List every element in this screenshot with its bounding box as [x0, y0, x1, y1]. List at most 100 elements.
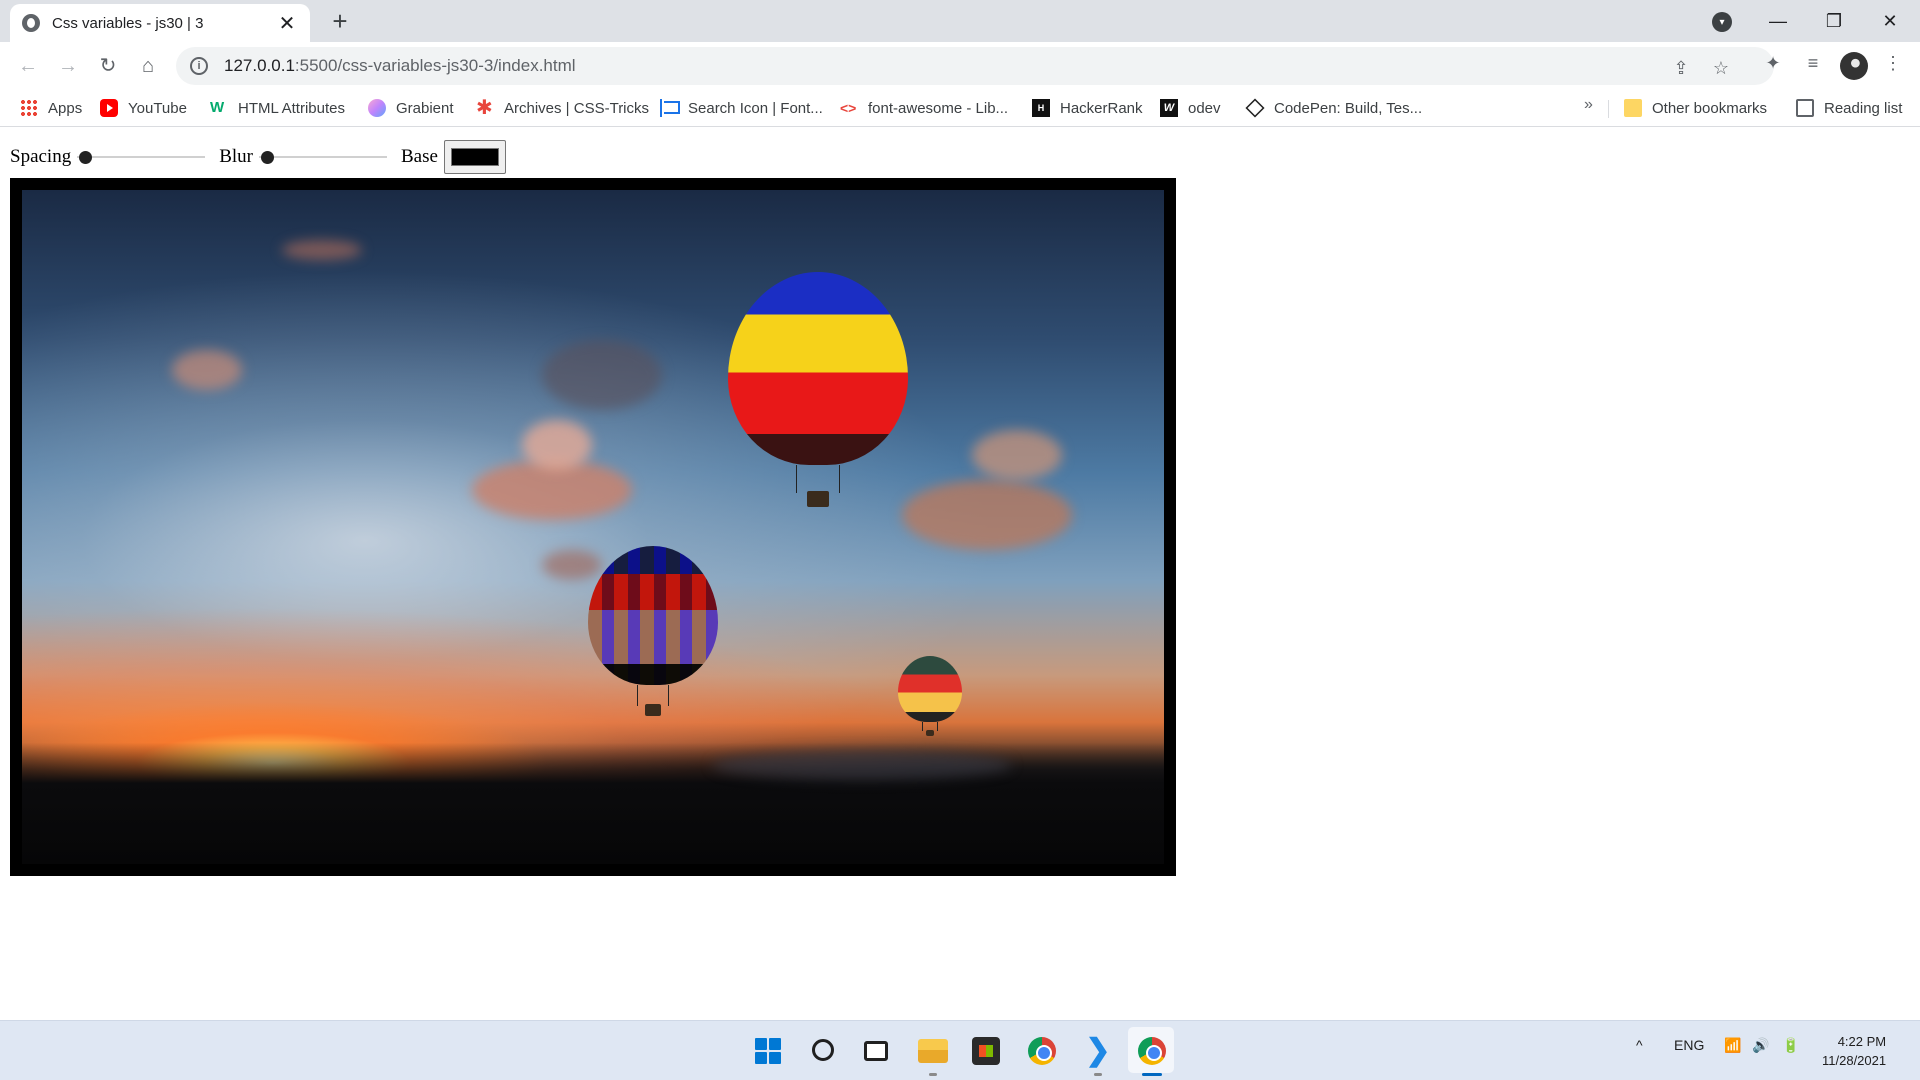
bookmark-apps[interactable]: Apps: [20, 96, 82, 120]
hot-air-balloons-image: [22, 190, 1164, 864]
tab-close-icon[interactable]: ✕: [276, 11, 298, 36]
share-icon[interactable]: ⇪: [1670, 57, 1692, 79]
cloud: [522, 420, 592, 470]
tab-title: Css variables - js30 | 3: [52, 14, 204, 32]
cloud: [712, 750, 1012, 780]
other-bookmarks-folder[interactable]: Other bookmarks: [1624, 96, 1767, 120]
slider-track: [77, 156, 206, 158]
task-view-icon[interactable]: [864, 1041, 888, 1061]
bookmarks-separator: [1608, 100, 1609, 118]
battery-icon[interactable]: 🔋: [1782, 1037, 1799, 1054]
clock-date: 11/28/2021: [1822, 1053, 1887, 1068]
file-explorer-icon[interactable]: [918, 1039, 948, 1063]
css-tricks-icon: ✱: [476, 97, 493, 119]
bookmark-search-icon[interactable]: Search Icon | Font...: [660, 96, 823, 120]
globe-icon: [22, 14, 40, 32]
bookmark-label: odev: [1188, 99, 1221, 117]
bookmark-font-awesome[interactable]: <> font-awesome - Lib...: [840, 96, 1008, 120]
reading-list-button[interactable]: Reading list: [1796, 96, 1902, 120]
tab-active[interactable]: Css variables - js30 | 3 ✕: [10, 4, 310, 42]
active-indicator: [1142, 1073, 1162, 1076]
search-icon[interactable]: [812, 1039, 834, 1061]
chrome-icon[interactable]: [1028, 1037, 1056, 1065]
running-indicator: [1094, 1073, 1102, 1076]
running-indicator: [929, 1073, 937, 1076]
balloon-small: [898, 656, 962, 736]
blur-label: Blur: [219, 146, 253, 167]
bookmark-youtube[interactable]: YouTube: [100, 96, 187, 120]
base-color-input[interactable]: [443, 140, 506, 174]
microsoft-store-icon[interactable]: [972, 1037, 1000, 1065]
extensions-icon[interactable]: ✦: [1760, 50, 1786, 76]
bookmarks-bar: Apps YouTube W HTML Attributes Grabient …: [0, 90, 1920, 127]
wifi-icon[interactable]: 📶: [1724, 1037, 1741, 1054]
youtube-icon: [100, 99, 118, 117]
bookmark-label: Apps: [48, 99, 83, 117]
volume-icon[interactable]: 🔊: [1752, 1037, 1769, 1054]
image-frame: [10, 178, 1176, 876]
forward-button[interactable]: →: [52, 50, 84, 82]
bookmark-label: Archives | CSS-Tricks: [504, 99, 650, 117]
slider-track: [259, 156, 387, 158]
color-fill: [450, 148, 499, 166]
cloud: [172, 350, 242, 390]
reading-list-label: Reading list: [1824, 99, 1903, 117]
browser-toolbar: ← → ↻ ⌂ i 127.0.0.1:5500/css-variables-j…: [0, 42, 1920, 90]
system-clock[interactable]: 4:22 PM 11/28/2021: [1822, 1032, 1886, 1070]
site-info-icon[interactable]: i: [190, 57, 208, 75]
slider-thumb[interactable]: [79, 151, 93, 164]
spacing-slider[interactable]: [77, 147, 206, 167]
clock-time: 4:22 PM: [1837, 1034, 1887, 1049]
bookmark-star-icon[interactable]: ☆: [1710, 57, 1732, 79]
hackerrank-icon: H: [1032, 99, 1050, 117]
language-indicator[interactable]: ENG: [1674, 1037, 1704, 1053]
cloud: [902, 480, 1072, 550]
blur-slider[interactable]: [259, 147, 387, 167]
bookmark-label: CodePen: Build, Tes...: [1274, 99, 1423, 117]
cloud: [282, 240, 362, 260]
cloud: [972, 430, 1062, 480]
folder-icon: [1624, 99, 1642, 117]
vscode-icon[interactable]: ❯: [1082, 1035, 1114, 1067]
slider-thumb[interactable]: [261, 151, 274, 164]
odev-icon: W: [1160, 99, 1178, 117]
bookmark-html-attributes[interactable]: W HTML Attributes: [210, 96, 345, 120]
tab-search-icon[interactable]: ▾: [1712, 12, 1732, 32]
bookmark-grabient[interactable]: Grabient: [368, 96, 454, 120]
chrome-active-icon[interactable]: [1138, 1037, 1166, 1065]
home-button[interactable]: ⌂: [132, 50, 164, 82]
new-tab-button[interactable]: +: [326, 8, 354, 36]
bookmark-odev[interactable]: W odev: [1160, 96, 1221, 120]
bookmark-label: HTML Attributes: [238, 99, 345, 117]
page-content: Spacing Blur Base: [0, 128, 1920, 1020]
bookmark-css-tricks[interactable]: ✱ Archives | CSS-Tricks: [476, 96, 649, 120]
url-text[interactable]: 127.0.0.1:5500/css-variables-js30-3/inde…: [224, 56, 576, 76]
reading-list-icon: [1796, 99, 1814, 117]
address-bar[interactable]: i 127.0.0.1:5500/css-variables-js30-3/in…: [176, 47, 1774, 85]
menu-icon[interactable]: ⋮: [1880, 50, 1906, 76]
bookmark-label: Grabient: [396, 99, 454, 117]
tray-overflow-icon[interactable]: ^: [1636, 1037, 1643, 1053]
reload-button[interactable]: ↻: [92, 50, 124, 82]
restore-button[interactable]: ❐: [1806, 4, 1862, 38]
profile-avatar[interactable]: [1840, 52, 1868, 80]
flag-icon: [660, 99, 680, 117]
cloud: [542, 340, 662, 410]
apps-grid-icon: [20, 99, 38, 117]
start-button[interactable]: [752, 1035, 784, 1067]
close-window-button[interactable]: ✕: [1862, 4, 1918, 38]
windows-taskbar: ❯ ^ ENG 📶 🔊 🔋 4:22 PM 11/28/2021: [0, 1020, 1920, 1080]
bookmark-label: Search Icon | Font...: [688, 99, 823, 117]
bookmarks-overflow-button[interactable]: »: [1584, 96, 1593, 114]
bookmark-label: font-awesome - Lib...: [868, 99, 1009, 117]
bookmark-label: HackerRank: [1060, 99, 1143, 117]
bookmark-hackerrank[interactable]: H HackerRank: [1032, 96, 1143, 120]
bookmark-codepen[interactable]: CodePen: Build, Tes...: [1245, 96, 1423, 120]
w3schools-icon: W: [210, 99, 225, 116]
media-control-icon[interactable]: ≡: [1800, 50, 1826, 76]
balloon-large: [728, 272, 908, 507]
base-label: Base: [401, 146, 438, 167]
minimize-button[interactable]: —: [1750, 4, 1806, 38]
other-bookmarks-label: Other bookmarks: [1652, 99, 1768, 117]
back-button[interactable]: ←: [12, 50, 44, 82]
